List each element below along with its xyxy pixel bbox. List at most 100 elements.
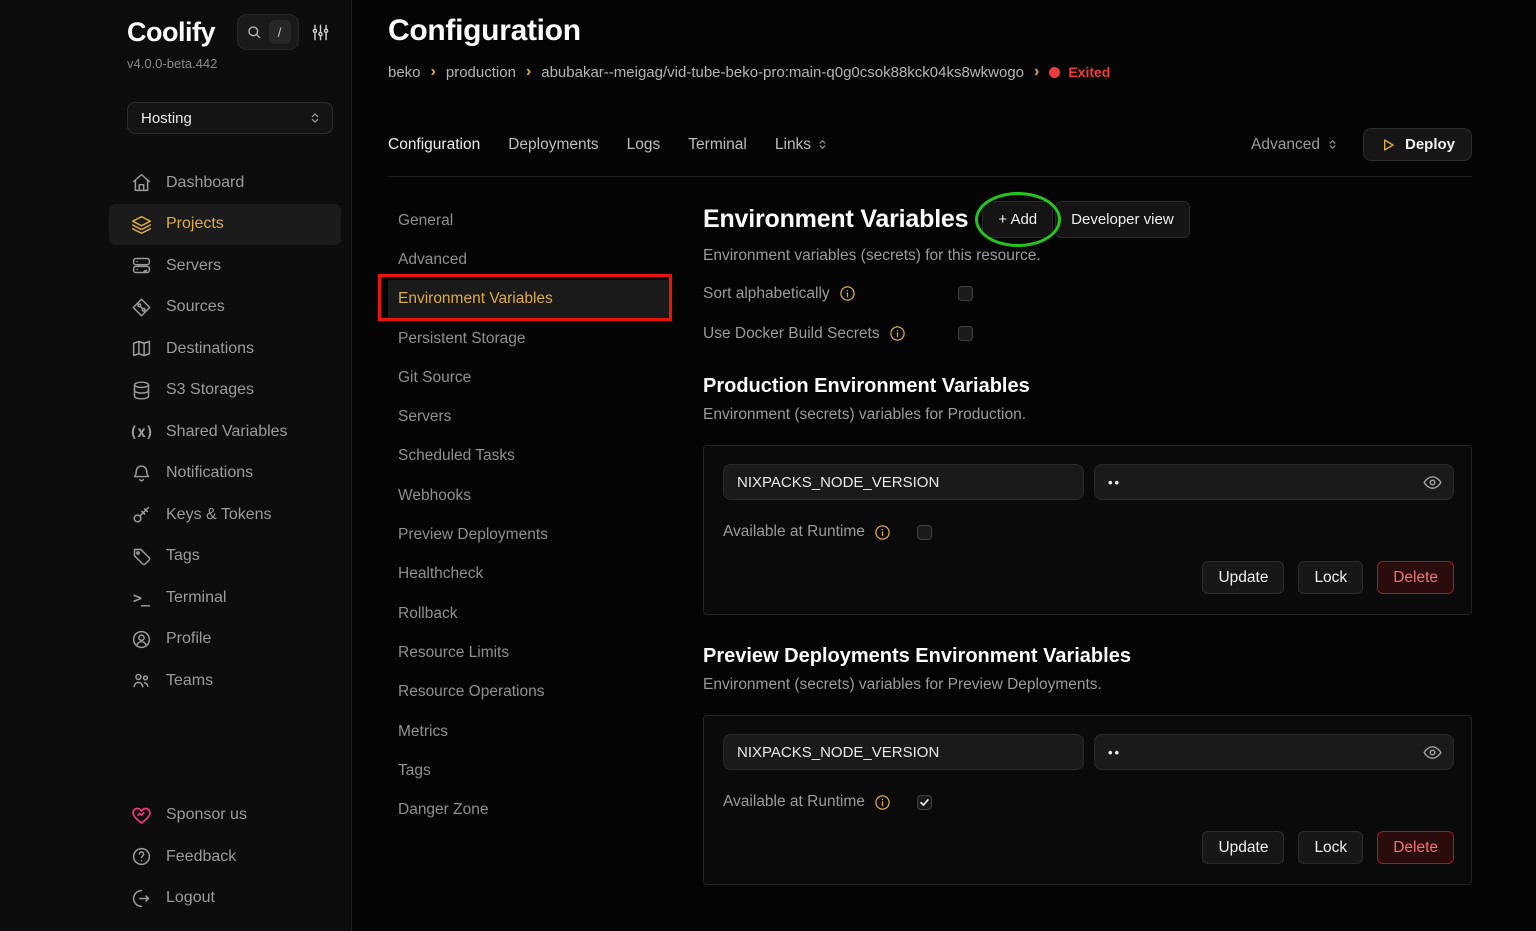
variable-name-input[interactable] (723, 464, 1084, 500)
sidebar-item-keys-tokens[interactable]: Keys & Tokens (118, 494, 341, 536)
subnav-item-environment-variables[interactable]: Environment Variables (388, 280, 672, 319)
available-at-runtime-checkbox[interactable] (917, 525, 932, 540)
info-icon (874, 524, 891, 541)
available-at-runtime-label: Available at Runtime (723, 793, 865, 811)
sliders-icon (311, 23, 330, 42)
env-subtitle: Environment variables (secrets) for this… (703, 247, 1472, 265)
sidebar-item-profile[interactable]: Profile (118, 619, 341, 661)
developer-view-button[interactable]: Developer view (1055, 201, 1190, 238)
tab-links[interactable]: Links (775, 136, 829, 154)
git-icon (130, 297, 152, 318)
sidebar-item-label: Feedback (166, 848, 236, 866)
tab-logs[interactable]: Logs (627, 136, 661, 154)
eye-icon[interactable] (1422, 472, 1443, 493)
preview-variable-card: Available at Runtime Update Lock Delete (703, 715, 1472, 885)
user-icon (130, 629, 152, 650)
sort-alphabetically-row: Sort alphabetically (703, 282, 1472, 305)
subnav-item-advanced[interactable]: Advanced (388, 240, 672, 279)
lock-button[interactable]: Lock (1298, 561, 1363, 594)
subnav-item-tags[interactable]: Tags (388, 751, 672, 790)
sidebar-item-logout[interactable]: Logout (118, 878, 341, 920)
sidebar-item-servers[interactable]: Servers (118, 245, 341, 287)
sidebar-item-destinations[interactable]: Destinations (118, 328, 341, 370)
subnav-item-resource-operations[interactable]: Resource Operations (388, 673, 672, 712)
subnav-item-servers[interactable]: Servers (388, 397, 672, 436)
search-shortcut-key: / (269, 20, 291, 44)
deploy-label: Deploy (1405, 136, 1455, 153)
sort-alphabetically-checkbox[interactable] (958, 286, 973, 301)
tab-links-label: Links (775, 136, 811, 154)
env-header: Environment Variables + Add Developer vi… (703, 201, 1472, 238)
sidebar-item-sponsor[interactable]: Sponsor us (118, 795, 341, 837)
global-search-button[interactable]: / (237, 14, 299, 50)
settings-sliders-button[interactable] (311, 23, 330, 42)
deploy-button[interactable]: Deploy (1363, 128, 1472, 161)
add-variable-button[interactable]: + Add (982, 201, 1053, 238)
sidebar-item-projects[interactable]: Projects (109, 204, 341, 246)
chevron-up-down-icon (816, 138, 829, 151)
tab-deployments[interactable]: Deployments (508, 136, 598, 154)
sidebar-item-shared-variables[interactable]: (x) Shared Variables (118, 411, 341, 453)
variable-name-input[interactable] (723, 734, 1084, 770)
sidebar-item-label: Projects (166, 215, 224, 233)
team-select[interactable]: Hosting (127, 102, 333, 134)
subnav-item-danger-zone[interactable]: Danger Zone (388, 790, 672, 829)
delete-button[interactable]: Delete (1377, 831, 1454, 864)
sidebar-item-label: S3 Storages (166, 381, 254, 399)
update-button[interactable]: Update (1202, 561, 1284, 594)
sidebar-item-notifications[interactable]: Notifications (118, 453, 341, 495)
docker-build-secrets-row: Use Docker Build Secrets (703, 322, 1472, 345)
tab-terminal[interactable]: Terminal (688, 136, 747, 154)
sidebar-item-tags[interactable]: Tags (118, 536, 341, 578)
sidebar-nav: Dashboard Projects Servers Sources Desti… (118, 162, 341, 702)
delete-button[interactable]: Delete (1377, 561, 1454, 594)
subnav-item-git-source[interactable]: Git Source (388, 358, 672, 397)
database-icon (130, 380, 152, 401)
subnav-item-healthcheck[interactable]: Healthcheck (388, 555, 672, 594)
key-icon (130, 504, 152, 525)
sidebar-item-teams[interactable]: Teams (118, 660, 341, 702)
subnav-item-rollback[interactable]: Rollback (388, 594, 672, 633)
sidebar-item-terminal[interactable]: >_ Terminal (118, 577, 341, 619)
subnav-item-webhooks[interactable]: Webhooks (388, 476, 672, 515)
subnav-item-general[interactable]: General (388, 201, 672, 240)
sidebar-item-label: Profile (166, 630, 211, 648)
status-badge: Exited (1049, 64, 1110, 80)
server-icon (130, 255, 152, 276)
sort-alphabetically-label: Sort alphabetically (703, 285, 830, 303)
sidebar-item-s3-storages[interactable]: S3 Storages (118, 370, 341, 412)
production-section-title: Production Environment Variables (703, 375, 1472, 398)
update-button[interactable]: Update (1202, 831, 1284, 864)
logout-icon (130, 888, 152, 909)
sidebar-item-sources[interactable]: Sources (118, 287, 341, 329)
advanced-dropdown[interactable]: Advanced (1251, 136, 1339, 154)
chevron-right-icon: › (1034, 63, 1039, 81)
sidebar-item-dashboard[interactable]: Dashboard (118, 162, 341, 204)
subnav-item-metrics[interactable]: Metrics (388, 712, 672, 751)
eye-icon[interactable] (1422, 742, 1443, 763)
terminal-icon: >_ (130, 589, 152, 607)
subnav-item-persistent-storage[interactable]: Persistent Storage (388, 319, 672, 358)
preview-section-title: Preview Deployments Environment Variable… (703, 645, 1472, 668)
variable-value-input[interactable] (1094, 464, 1454, 500)
advanced-label: Advanced (1251, 136, 1320, 154)
docker-build-secrets-checkbox[interactable] (958, 326, 973, 341)
chevron-right-icon: › (526, 63, 531, 81)
variable-value-input[interactable] (1094, 734, 1454, 770)
subnav-item-scheduled-tasks[interactable]: Scheduled Tasks (388, 437, 672, 476)
tab-configuration[interactable]: Configuration (388, 136, 480, 154)
sidebar-item-label: Tags (166, 547, 200, 565)
sidebar-item-label: Servers (166, 257, 221, 275)
sidebar-footer: Sponsor us Feedback Logout (118, 795, 341, 920)
sidebar: Coolify / v4.0.0-beta.442 Hosting (0, 0, 352, 931)
map-icon (130, 338, 152, 359)
subnav-item-resource-limits[interactable]: Resource Limits (388, 633, 672, 672)
subnav-item-preview-deployments[interactable]: Preview Deployments (388, 515, 672, 554)
breadcrumb-project[interactable]: beko (388, 64, 421, 81)
docker-build-secrets-label: Use Docker Build Secrets (703, 325, 880, 343)
available-at-runtime-checkbox[interactable] (917, 795, 932, 810)
breadcrumb-environment[interactable]: production (446, 64, 516, 81)
lock-button[interactable]: Lock (1298, 831, 1363, 864)
breadcrumb: beko › production › abubakar--meigag/vid… (388, 63, 1472, 81)
sidebar-item-feedback[interactable]: Feedback (118, 836, 341, 878)
